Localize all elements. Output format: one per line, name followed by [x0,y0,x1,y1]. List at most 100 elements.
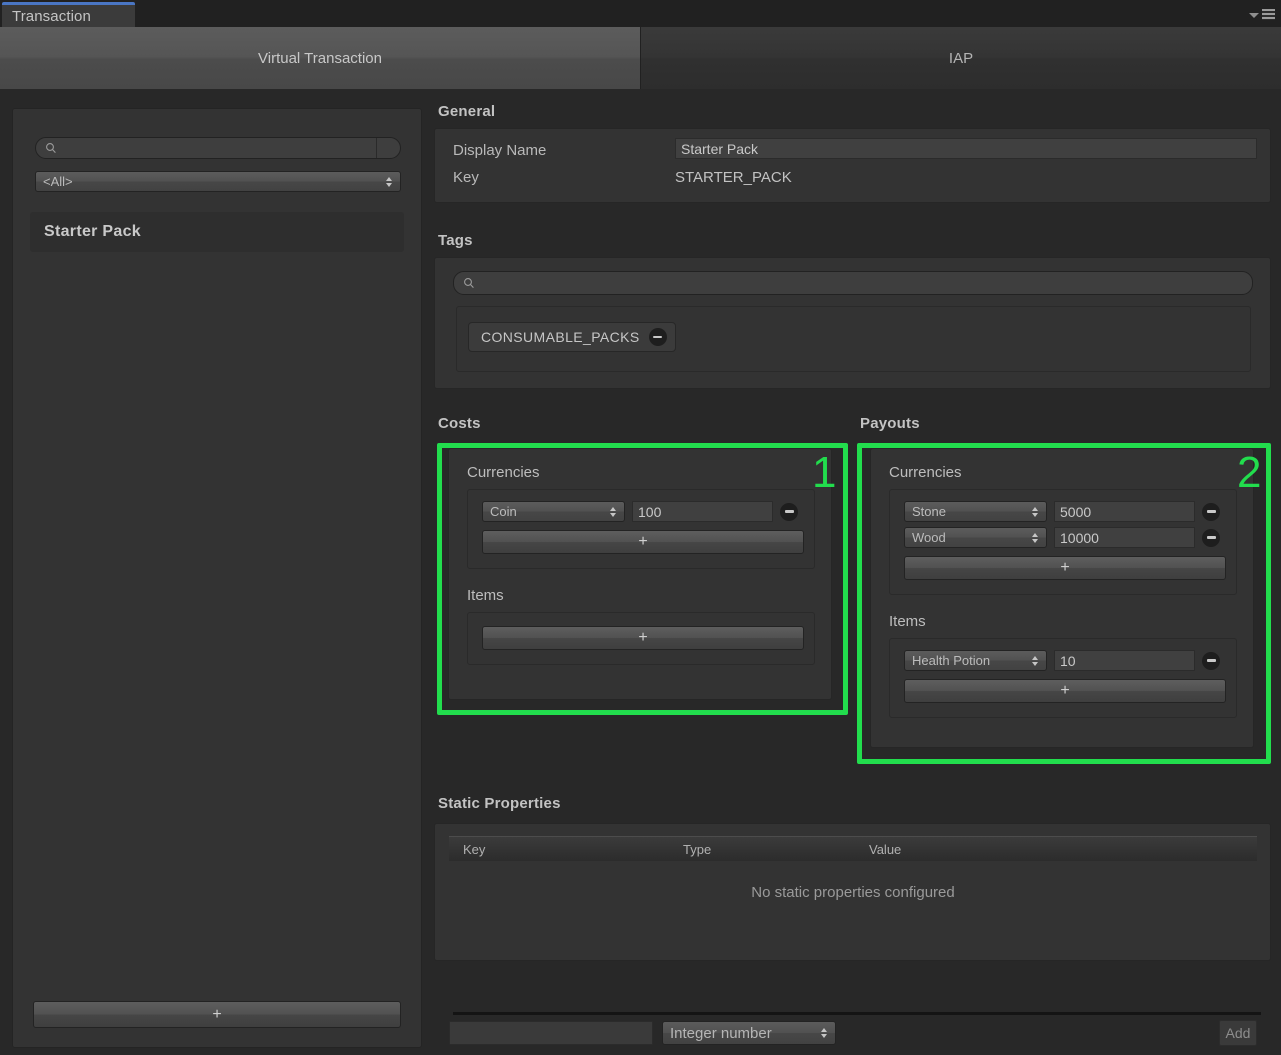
highlight-number-1: 1 [812,448,837,497]
tab-iap-label: IAP [948,49,974,67]
costs-items-list: + [467,612,815,665]
static-properties-add-row: Integer number Add [449,1020,1257,1046]
general-section-box: Display Name Starter Pack Key STARTER_PA… [434,128,1271,203]
payout-currency-add-label: + [1060,559,1070,576]
key-label: Key [453,169,479,186]
search-icon [464,278,474,288]
cost-currency-row: Coin 100 [482,501,804,522]
column-header-type: Type [683,841,712,857]
sidebar-search-input[interactable] [57,140,376,156]
payout-item-add-label: + [1060,682,1070,699]
static-property-add-button[interactable]: Add [1219,1020,1257,1046]
static-property-add-label: Add [1225,1025,1251,1041]
static-property-type-dropdown[interactable]: Integer number [662,1021,836,1045]
payout-currency-amount: 5000 [1060,503,1092,520]
sidebar-search-field[interactable] [35,137,401,159]
display-name-field[interactable]: Starter Pack [675,138,1257,159]
minus-circle-icon[interactable] [1202,651,1220,670]
payouts-section-title: Payouts [860,415,920,432]
static-property-type-value: Integer number [670,1024,772,1042]
payout-currency-amount-field[interactable]: 10000 [1054,527,1195,548]
payout-item-name-dropdown[interactable]: Health Potion [904,650,1047,671]
display-name-label: Display Name [453,142,547,159]
costs-currencies-title: Currencies [467,464,540,481]
chevron-updown-icon [606,505,619,519]
tags-search-field[interactable] [453,271,1253,295]
cost-currency-amount: 100 [638,503,662,520]
sidebar-filter-dropdown[interactable]: <All> [35,171,401,192]
chevron-down-icon[interactable] [1249,12,1259,18]
payout-currency-row: Wood 10000 [904,527,1226,548]
static-properties-divider [453,1012,1261,1015]
tab-virtual-transaction-label: Virtual Transaction [258,49,382,67]
window-tab-bar: Transaction [0,0,1281,27]
tab-iap[interactable]: IAP [641,27,1281,89]
chevron-updown-icon [1028,505,1041,519]
minus-circle-icon[interactable] [780,502,798,521]
cost-item-add-label: + [638,629,648,646]
tags-section-box: CONSUMABLE_PACKS [434,257,1271,389]
payout-currency-amount-field[interactable]: 5000 [1054,501,1195,522]
payout-item-name: Health Potion [912,653,991,668]
tab-virtual-transaction[interactable]: Virtual Transaction [0,27,641,89]
cost-currency-name: Coin [490,504,517,519]
payouts-section-box: Currencies Stone 5000 Wood 10000 + Items… [870,448,1254,748]
static-properties-title: Static Properties [438,795,561,812]
general-section-title: General [438,103,496,120]
transaction-editor-window: Transaction Virtual Transaction IAP <All… [0,0,1281,1055]
window-tab-transaction[interactable]: Transaction [2,2,135,27]
sidebar-panel: <All> Starter Pack + [12,108,422,1048]
minus-circle-icon[interactable] [648,328,667,346]
display-name-value: Starter Pack [681,140,759,157]
costs-section-box: Currencies Coin 100 + Items + [448,448,832,700]
window-menu-group[interactable] [1249,9,1275,20]
payout-item-add-button[interactable]: + [904,679,1226,703]
window-tab-label: Transaction [12,7,91,25]
sidebar-filter-value: <All> [43,174,73,189]
cost-currency-add-label: + [638,533,648,550]
chevron-updown-icon [382,175,395,189]
payout-currency-name-dropdown[interactable]: Wood [904,527,1047,548]
costs-items-title: Items [467,587,504,604]
payouts-currencies-title: Currencies [889,464,962,481]
costs-currencies-list: Coin 100 + [467,489,815,569]
column-header-key: Key [463,841,486,857]
tags-search-input[interactable] [475,275,1252,291]
chevron-updown-icon [1028,654,1041,668]
list-item-starter-pack[interactable]: Starter Pack [30,212,404,252]
tag-chip-consumable-packs[interactable]: CONSUMABLE_PACKS [468,322,676,352]
payout-currency-amount: 10000 [1060,529,1099,546]
highlight-number-2: 2 [1237,448,1262,497]
payout-item-row: Health Potion 10 [904,650,1226,671]
sidebar-search-endcap[interactable] [376,138,400,158]
minus-circle-icon[interactable] [1202,528,1220,547]
payouts-items-title: Items [889,613,926,630]
mode-tab-bar: Virtual Transaction IAP [0,27,1281,89]
tags-section-title: Tags [438,232,473,249]
payout-currency-name-dropdown[interactable]: Stone [904,501,1047,522]
tag-chip-label: CONSUMABLE_PACKS [481,329,640,345]
minus-circle-icon[interactable] [1202,502,1220,521]
key-value: STARTER_PACK [675,169,792,186]
payout-currency-add-button[interactable]: + [904,556,1226,580]
chevron-updown-icon [1028,531,1041,545]
chevron-updown-icon [817,1026,830,1040]
static-properties-header-row: Key Type Value [449,836,1257,861]
hamburger-menu-icon[interactable] [1262,9,1275,20]
tags-chip-area: CONSUMABLE_PACKS [456,306,1251,372]
cost-currency-name-dropdown[interactable]: Coin [482,501,625,522]
column-header-value: Value [869,841,902,857]
payouts-currencies-list: Stone 5000 Wood 10000 + [889,489,1237,595]
cost-item-add-button[interactable]: + [482,626,804,650]
search-icon [46,143,56,153]
cost-currency-add-button[interactable]: + [482,530,804,554]
payout-currency-name: Wood [912,530,946,545]
sidebar-add-button[interactable]: + [33,1001,401,1028]
static-property-key-input[interactable] [449,1021,653,1045]
payout-item-amount-field[interactable]: 10 [1054,650,1195,671]
cost-currency-amount-field[interactable]: 100 [632,501,773,522]
static-properties-box: Key Type Value No static properties conf… [434,823,1271,1046]
payouts-items-list: Health Potion 10 + [889,638,1237,718]
payout-currency-name: Stone [912,504,946,519]
costs-section-title: Costs [438,415,481,432]
